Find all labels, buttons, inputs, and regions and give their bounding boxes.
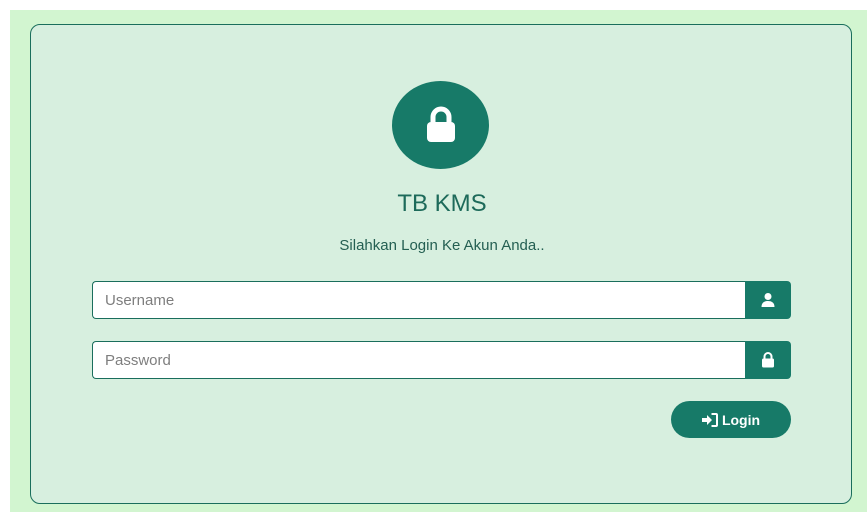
lock-icon-badge: [392, 81, 489, 169]
login-button-label: Login: [721, 411, 761, 428]
login-button[interactable]: Login: [671, 401, 791, 438]
login-subtitle: Silahkan Login Ke Akun Anda..: [339, 237, 545, 254]
lock-icon: [762, 352, 774, 368]
username-input-group: [92, 281, 791, 319]
username-input[interactable]: [92, 281, 745, 319]
user-icon: [761, 293, 775, 307]
password-input[interactable]: [92, 341, 745, 379]
app-title: TB KMS: [397, 190, 487, 217]
login-card: TB KMS Silahkan Login Ke Akun Anda.. Log…: [30, 24, 852, 504]
password-input-group: [92, 341, 791, 379]
lock-icon: [426, 106, 455, 142]
username-addon: [745, 281, 791, 319]
password-addon: [745, 341, 791, 379]
sign-in-icon: [701, 412, 718, 427]
